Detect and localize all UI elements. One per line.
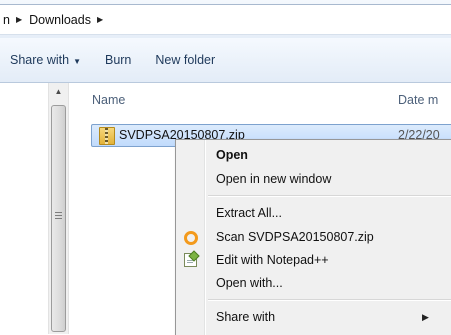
column-header-date-modified[interactable]: Date m [398,93,438,107]
menu-separator [208,195,451,197]
notepadpp-icon [184,253,197,267]
menu-item-open-with[interactable]: Open with... [176,272,451,294]
menu-item-share-with[interactable]: Share with ▶ [176,306,451,328]
grip-line [55,218,62,219]
zip-file-icon [99,127,115,145]
menu-item-label: Edit with Notepad++ [216,253,329,267]
context-menu: Open Open in new window Extract All... S… [175,139,451,335]
submenu-arrow-icon: ▶ [422,311,429,322]
chevron-down-icon: ▼ [73,57,81,66]
share-with-button[interactable]: Share with ▼ [0,53,93,67]
scrollbar-thumb[interactable] [51,105,66,332]
menu-item-open[interactable]: Open [176,144,451,166]
grip-line [55,215,62,216]
grip-line [55,212,62,213]
address-bar: n ▶ Downloads ▶ [0,0,451,39]
menu-item-label: Share with [216,310,276,324]
burn-label: Burn [104,53,132,67]
menu-item-label: Extract All... [216,206,282,220]
nav-pane-scrollbar[interactable]: ▲ [48,83,69,334]
new-folder-label: New folder [155,53,216,67]
menu-item-open-new-window[interactable]: Open in new window [176,168,451,190]
menu-separator [208,299,451,301]
chevron-right-icon[interactable]: ▶ [94,15,107,24]
burn-button[interactable]: Burn [93,53,143,67]
menu-item-label: Open in new window [216,172,332,186]
scroll-up-arrow-icon[interactable]: ▲ [49,83,68,100]
breadcrumb-prev-label: n [3,12,10,27]
menu-item-extract-all[interactable]: Extract All... [176,202,451,224]
menu-item-scan[interactable]: Scan SVDPSA20150807.zip [176,226,451,248]
breadcrumb[interactable]: n ▶ Downloads ▶ [0,4,451,35]
chevron-right-icon[interactable]: ▶ [13,15,26,24]
command-bar: Share with ▼ Burn New folder [0,38,451,83]
menu-item-label: Open [216,148,248,162]
breadcrumb-downloads[interactable]: Downloads ▶ [26,13,107,27]
column-header-name[interactable]: Name [92,93,125,107]
menu-item-label: Scan SVDPSA20150807.zip [216,230,374,244]
share-with-label: Share with [10,53,70,67]
breadcrumb-downloads-label: Downloads [29,12,91,27]
menu-item-edit-notepadpp[interactable]: Edit with Notepad++ [176,249,451,271]
new-folder-button[interactable]: New folder [143,53,227,67]
scan-icon [184,231,198,245]
column-headers: Name Date m [69,83,451,117]
menu-item-label: Open with... [216,276,283,290]
breadcrumb-prev[interactable]: n ▶ [0,13,26,27]
